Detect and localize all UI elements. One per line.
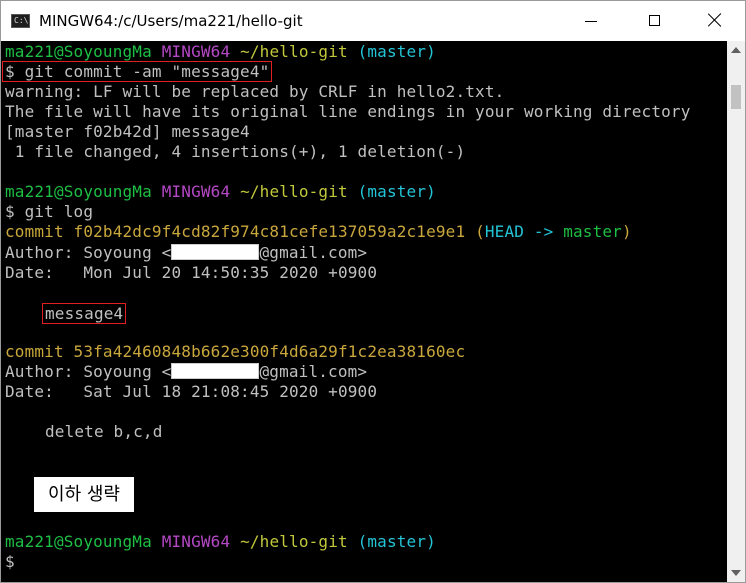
title-bar[interactable]: C:\ MINGW64:/c/Users/ma221/hello-git <box>1 1 745 41</box>
output-line: warning: LF will be replaced by CRLF in … <box>5 82 505 101</box>
terminal-window: C:\ MINGW64:/c/Users/ma221/hello-git ma2… <box>0 0 746 583</box>
terminal-output[interactable]: ma221@SoyoungMa MINGW64 ~/hello-git (mas… <box>1 41 727 582</box>
output-line: 1 file changed, 4 insertions(+), 1 delet… <box>5 142 466 161</box>
scroll-thumb[interactable] <box>731 85 741 109</box>
prompt-line: ma221@SoyoungMa MINGW64 ~/hello-git (mas… <box>5 532 436 551</box>
command-line: $ git log <box>5 202 94 221</box>
close-button[interactable] <box>691 1 737 41</box>
maximize-icon <box>649 15 660 26</box>
prompt-line: ma221@SoyoungMa MINGW64 ~/hello-git (mas… <box>5 182 436 201</box>
highlighted-message: message4 <box>42 303 127 324</box>
date-line: Date: Sat Jul 18 21:08:45 2020 +0900 <box>5 382 378 401</box>
commit-line: commit f02b42dc9f4cd82f974c81cefe137059a… <box>5 222 632 241</box>
omitted-caption: 이하 생략 <box>34 477 134 512</box>
command-line: $ <box>5 552 15 571</box>
highlighted-command: $ git commit -am "message4" <box>2 61 273 82</box>
command-line: $ git commit -am "message4" <box>2 61 273 82</box>
redacted-email <box>171 363 260 379</box>
output-line: [master f02b42d] message4 <box>5 122 250 141</box>
scroll-down-icon[interactable] <box>731 570 741 576</box>
prompt-line: ma221@SoyoungMa MINGW64 ~/hello-git (mas… <box>5 42 436 61</box>
commit-message: delete b,c,d <box>45 422 163 441</box>
terminal-icon: C:\ <box>11 14 30 28</box>
window-title: MINGW64:/c/Users/ma221/hello-git <box>39 12 303 30</box>
vertical-scrollbar[interactable] <box>727 41 745 582</box>
author-line: Author: Soyoung < @gmail.com> <box>5 362 368 381</box>
minimize-icon <box>585 21 597 22</box>
close-icon <box>708 13 722 27</box>
author-line: Author: Soyoung < @gmail.com> <box>5 243 368 262</box>
commit-line: commit 53fa42460848b662e300f4d6a29f1c2ea… <box>5 342 466 361</box>
output-line: The file will have its original line end… <box>5 102 691 121</box>
date-line: Date: Mon Jul 20 14:50:35 2020 +0900 <box>5 263 378 282</box>
commit-message: message4 <box>42 303 127 324</box>
minimize-button[interactable] <box>569 1 615 41</box>
maximize-button[interactable] <box>632 1 678 41</box>
redacted-email <box>171 244 260 260</box>
scroll-up-icon[interactable] <box>731 47 741 53</box>
